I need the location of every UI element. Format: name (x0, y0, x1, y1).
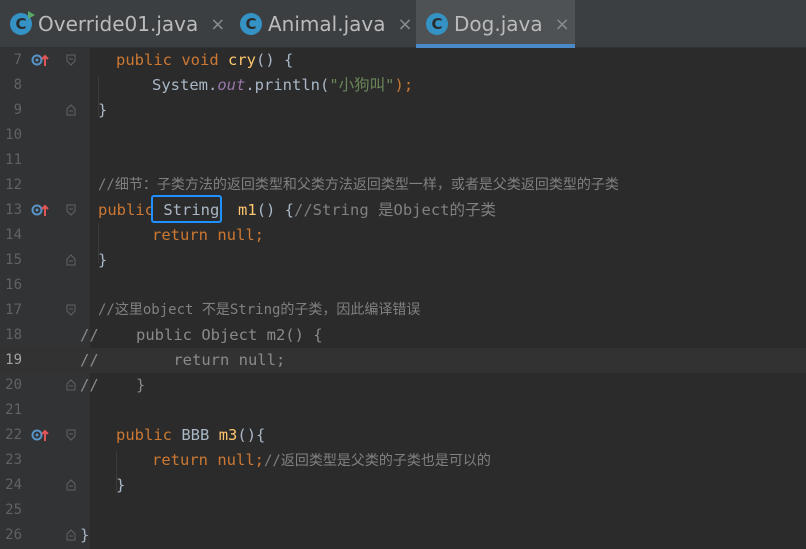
override-method-icon[interactable] (31, 427, 49, 443)
keyword: public (98, 201, 154, 219)
commented-code: // } (80, 376, 146, 394)
keyword: public (116, 51, 172, 69)
code-line: 17 //这里object 不是String的子类，因此编译错误 (0, 298, 806, 323)
close-icon[interactable]: × (555, 14, 570, 35)
code-line: 23 return null;//返回类型是父类的子类也是可以的 (5, 451, 491, 469)
commented-code: // return null; (80, 351, 286, 369)
close-icon[interactable]: × (397, 14, 412, 35)
method-name: cry (228, 51, 257, 69)
static-field: out (217, 76, 246, 94)
fold-icon[interactable] (66, 204, 76, 216)
fold-icon[interactable] (66, 429, 76, 441)
tab-override01[interactable]: C Override01.java × (10, 0, 228, 48)
java-class-icon: C (426, 13, 448, 35)
code-line: 26 } (5, 526, 90, 544)
fold-end-icon[interactable] (66, 529, 76, 541)
code-editor[interactable]: 7 public void cry() { 8 System.out.print… (0, 48, 806, 549)
tab-label: Override01.java (38, 12, 199, 36)
code-line: 21 (5, 402, 22, 418)
return-type: BBB (181, 426, 210, 444)
code-line: 14 return null; (5, 226, 264, 244)
java-class-run-icon: C (10, 11, 35, 35)
code-line: 15 } (5, 251, 108, 269)
string-literal: "小狗叫" (329, 76, 395, 94)
fold-end-icon[interactable] (66, 104, 76, 116)
override-method-icon[interactable] (31, 52, 49, 68)
code-line: 20 // } (0, 373, 806, 398)
code-line: 7 public void cry() { (13, 51, 294, 69)
close-icon[interactable]: × (210, 14, 225, 35)
comment: //String 是Object的子类 (294, 201, 496, 219)
code-line: 18 // public Object m2() { (0, 323, 806, 348)
commented-code: // public Object m2() { (80, 326, 323, 344)
comment: //返回类型是父类的子类也是可以的 (264, 453, 491, 469)
override-method-icon[interactable] (31, 202, 49, 218)
code-line: 10 (5, 127, 22, 143)
code-line: 12 //细节：子类方法的返回类型和父类方法返回类型一样，或者是父类返回类型的子… (0, 173, 806, 198)
keyword: return null (152, 451, 255, 469)
highlight-box (151, 195, 222, 223)
tab-dog[interactable]: C Dog.java × (416, 0, 575, 48)
fold-end-icon[interactable] (66, 254, 76, 266)
tab-animal[interactable]: C Animal.java × (240, 0, 415, 48)
code-line: 24 } (5, 476, 126, 494)
keyword: public (116, 426, 172, 444)
method-name: m1 (238, 201, 257, 219)
tab-label: Dog.java (454, 12, 543, 36)
comment: //这里object 不是String的子类，因此编译错误 (98, 302, 421, 318)
code-line: 25 (5, 502, 22, 518)
keyword: void (181, 51, 219, 69)
tab-label: Animal.java (268, 12, 386, 36)
code-line: 9 } (13, 101, 108, 119)
method-name: m3 (218, 426, 238, 444)
fold-icon[interactable] (66, 54, 76, 66)
fold-end-icon[interactable] (66, 479, 76, 491)
code-line: 22 public BBB m3(){ (5, 426, 266, 444)
keyword: return null (152, 226, 255, 244)
code-line: 13 public String m1() {//String 是Object的… (5, 201, 496, 219)
editor-tab-bar: C Override01.java × C Animal.java × C Do… (0, 0, 806, 48)
code-line: 8 System.out.println("小狗叫"); (13, 76, 414, 94)
fold-end-icon[interactable] (66, 379, 76, 391)
code-line: 16 (5, 277, 22, 293)
fold-icon[interactable] (66, 304, 76, 316)
current-code-line: 19 // return null; (0, 348, 806, 373)
code-line: 11 (5, 152, 22, 168)
java-class-icon: C (240, 13, 262, 35)
